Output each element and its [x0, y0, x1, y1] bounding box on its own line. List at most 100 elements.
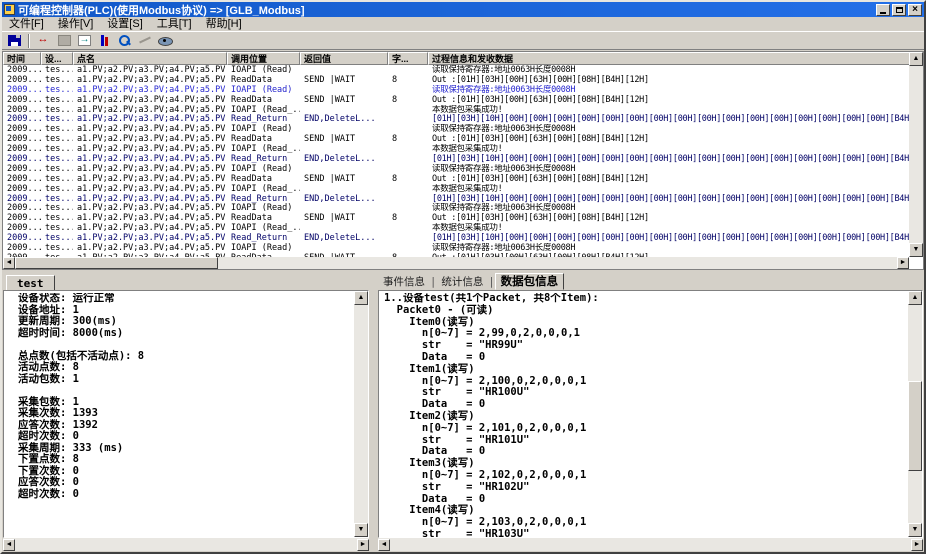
column-header-2[interactable]: 点名 [73, 52, 227, 65]
device-hscroll-left-button[interactable]: ◄ [3, 539, 15, 551]
log-cell-call: IOAPI (Read) [227, 203, 300, 213]
tab-0[interactable]: 事件信息 [378, 275, 430, 290]
log-cell-words [388, 124, 428, 134]
device-stat-line: 设备状态: 运行正常 [18, 293, 353, 305]
log-cell-ret: END,DeleteL... [300, 233, 388, 243]
log-row[interactable]: 2009...tes...a1.PV;a2.PV;a3.PV;a4.PV;a5.… [3, 75, 909, 85]
log-row[interactable]: 2009...tes...a1.PV;a2.PV;a3.PV;a4.PV;a5.… [3, 213, 909, 223]
log-hscroll-right-button[interactable]: ► [897, 257, 909, 269]
log-hscroll-left-button[interactable]: ◄ [3, 257, 15, 269]
device-hscroll-right-button[interactable]: ► [357, 539, 369, 551]
log-row[interactable]: 2009...tes...a1.PV;a2.PV;a3.PV;a4.PV;a5.… [3, 233, 909, 243]
line-tool-button[interactable] [135, 33, 153, 49]
log-row[interactable]: 2009...tes...a1.PV;a2.PV;a3.PV;a4.PV;a5.… [3, 203, 909, 213]
info-vscroll-down-button[interactable]: ▼ [908, 523, 922, 537]
column-header-1[interactable]: 设... [41, 52, 73, 65]
zoom-button[interactable] [115, 33, 133, 49]
log-cell-call: Read_Return [227, 154, 300, 164]
log-row[interactable]: 2009...tes...a1.PV;a2.PV;a3.PV;a4.PV;a5.… [3, 243, 909, 253]
connect-button[interactable] [35, 33, 53, 49]
info-vscroll-thumb[interactable] [908, 381, 922, 471]
device-vscroll-down-button[interactable]: ▼ [354, 523, 368, 537]
device-stat-line: 采集次数: 1393 [18, 408, 353, 420]
minimize-icon [880, 12, 886, 14]
log-row[interactable]: 2009...tes...a1.PV;a2.PV;a3.PV;a4.PV;a5.… [3, 124, 909, 134]
column-header-5[interactable]: 字... [388, 52, 428, 65]
watch-button[interactable] [155, 33, 173, 49]
save-button[interactable] [5, 33, 23, 49]
minimize-button[interactable] [876, 4, 890, 16]
log-cell-device: tes... [41, 203, 73, 213]
tab-1[interactable]: 统计信息 [436, 275, 488, 290]
export-button[interactable] [75, 33, 93, 49]
device-stat-line: 超时次数: 0 [18, 489, 353, 501]
device-stat-line: 下置点数: 8 [18, 454, 353, 466]
log-vscroll-up-button[interactable]: ▲ [909, 52, 923, 66]
copy-button[interactable] [55, 33, 73, 49]
log-row[interactable]: 2009...tes...a1.PV;a2.PV;a3.PV;a4.PV;a5.… [3, 85, 909, 95]
column-header-0[interactable]: 时间 [3, 52, 41, 65]
column-header-6[interactable]: 过程信息和发收数据 [428, 52, 911, 65]
eye-icon [158, 35, 171, 46]
log-row[interactable]: 2009...tes...a1.PV;a2.PV;a3.PV;a4.PV;a5.… [3, 144, 909, 154]
log-cell-points: a1.PV;a2.PV;a3.PV;a4.PV;a5.PV... [73, 233, 227, 243]
log-cell-time: 2009... [3, 233, 41, 243]
menu-item-3[interactable]: 工具[T] [150, 18, 199, 31]
info-hscroll-left-button[interactable]: ◄ [378, 539, 390, 551]
device-stat-line: 超时时间: 8000(ms) [18, 328, 353, 340]
info-hscroll-right-button[interactable]: ► [911, 539, 923, 551]
tab-device-test[interactable]: test [6, 275, 55, 291]
log-row[interactable]: 2009...tes...a1.PV;a2.PV;a3.PV;a4.PV;a5.… [3, 134, 909, 144]
menu-item-1[interactable]: 操作[V] [51, 18, 100, 31]
device-vscroll-up-button[interactable]: ▲ [354, 291, 368, 305]
log-cell-ret: SEND |WAIT [300, 174, 388, 184]
info-vscroll-up-button[interactable]: ▲ [908, 291, 922, 305]
packet-info-line: Packet0 - (可读) [384, 305, 907, 317]
log-hscroll-thumb[interactable] [15, 257, 218, 269]
log-cell-ret: END,DeleteL... [300, 194, 388, 204]
log-cell-points: a1.PV;a2.PV;a3.PV;a4.PV;a5.PV... [73, 174, 227, 184]
log-cell-info: 本数据包采集成功! [428, 105, 909, 115]
device-vscroll-track[interactable] [354, 291, 368, 537]
log-cell-points: a1.PV;a2.PV;a3.PV;a4.PV;a5.PV... [73, 65, 227, 75]
log-cell-device: tes... [41, 114, 73, 124]
copy-icon [58, 35, 71, 46]
log-cell-ret [300, 223, 388, 233]
log-cell-words [388, 164, 428, 174]
menu-item-2[interactable]: 设置[S] [100, 18, 149, 31]
menu-item-4[interactable]: 帮助[H] [199, 18, 249, 31]
close-button[interactable]: × [908, 4, 922, 16]
menu-item-0[interactable]: 文件[F] [2, 18, 51, 31]
packet-info-line: n[0~7] = 2,101,0,2,0,0,0,1 [384, 423, 907, 435]
log-cell-ret [300, 65, 388, 75]
probe-button[interactable] [95, 33, 113, 49]
log-row[interactable]: 2009...tes...a1.PV;a2.PV;a3.PV;a4.PV;a5.… [3, 105, 909, 115]
log-cell-call: IOAPI (Read_... [227, 223, 300, 233]
log-row[interactable]: 2009...tes...a1.PV;a2.PV;a3.PV;a4.PV;a5.… [3, 164, 909, 174]
info-hscroll-track[interactable] [378, 538, 923, 551]
log-vscroll-track[interactable] [909, 52, 923, 257]
log-cell-points: a1.PV;a2.PV;a3.PV;a4.PV;a5.PV... [73, 144, 227, 154]
log-row[interactable]: 2009...tes...a1.PV;a2.PV;a3.PV;a4.PV;a5.… [3, 194, 909, 204]
log-row[interactable]: 2009...tes...a1.PV;a2.PV;a3.PV;a4.PV;a5.… [3, 65, 909, 75]
column-header-4[interactable]: 返回值 [300, 52, 388, 65]
log-vscroll-down-button[interactable]: ▼ [909, 243, 923, 257]
log-row[interactable]: 2009...tes...a1.PV;a2.PV;a3.PV;a4.PV;a5.… [3, 114, 909, 124]
device-hscroll-track[interactable] [3, 538, 369, 551]
column-header-3[interactable]: 调用位置 [227, 52, 300, 65]
log-row[interactable]: 2009...tes...a1.PV;a2.PV;a3.PV;a4.PV;a5.… [3, 174, 909, 184]
log-cell-points: a1.PV;a2.PV;a3.PV;a4.PV;a5.PV... [73, 223, 227, 233]
panel-splitter[interactable] [369, 274, 378, 552]
app-icon [4, 4, 15, 15]
log-row[interactable]: 2009...tes...a1.PV;a2.PV;a3.PV;a4.PV;a5.… [3, 223, 909, 233]
log-cell-call: IOAPI (Read) [227, 124, 300, 134]
log-cell-call: IOAPI (Read) [227, 65, 300, 75]
log-cell-words [388, 223, 428, 233]
log-row[interactable]: 2009...tes...a1.PV;a2.PV;a3.PV;a4.PV;a5.… [3, 154, 909, 164]
log-row[interactable]: 2009...tes...a1.PV;a2.PV;a3.PV;a4.PV;a5.… [3, 184, 909, 194]
log-row[interactable]: 2009...tes...a1.PV;a2.PV;a3.PV;a4.PV;a5.… [3, 95, 909, 105]
tab-2[interactable]: 数据包信息 [495, 273, 565, 290]
packet-info-line: Item1(读写) [384, 364, 907, 376]
log-cell-device: tes... [41, 95, 73, 105]
restore-button[interactable] [892, 4, 906, 16]
